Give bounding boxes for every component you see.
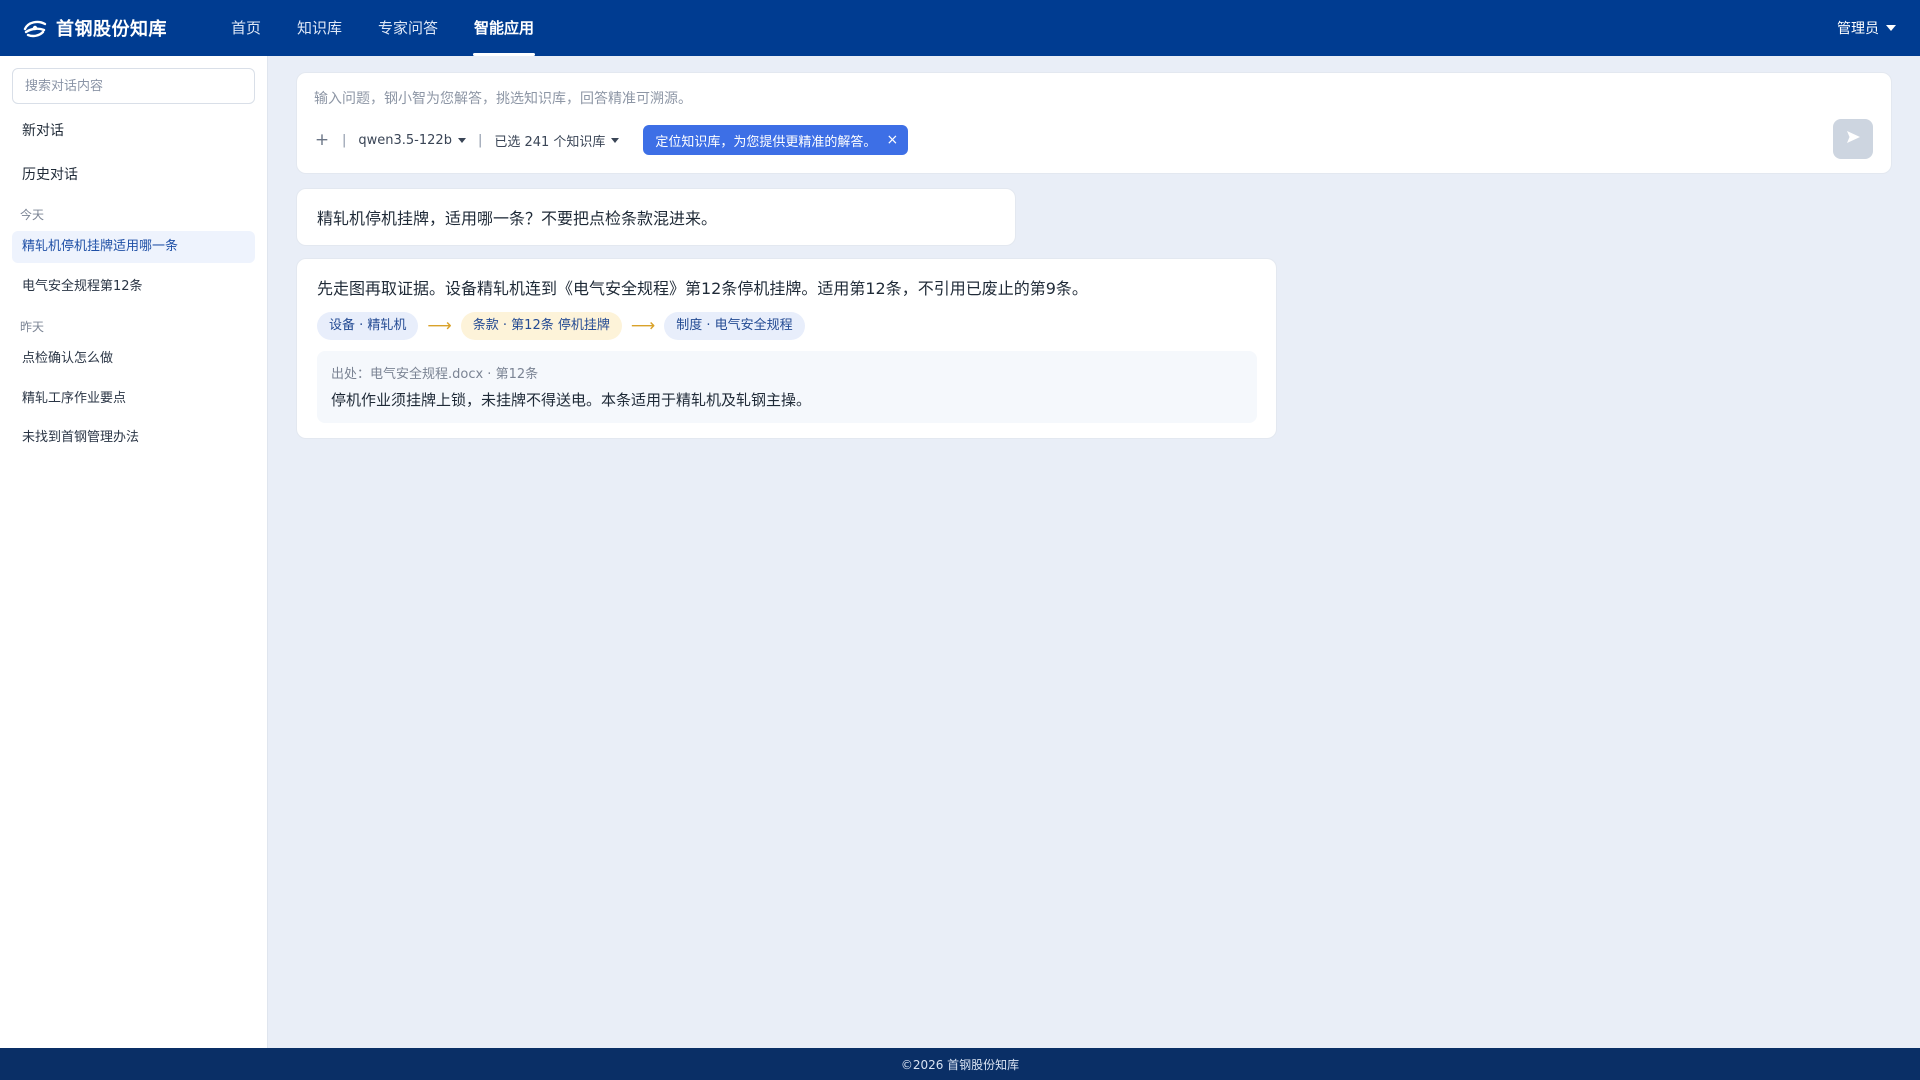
answer-text: 先走图再取证据。设备精轧机连到《电气安全规程》第12条停机挂牌。适用第12条，不… (317, 279, 1088, 298)
chevron-down-icon (457, 137, 466, 143)
source-label[interactable]: 出处：电气安全规程.docx · 第12条 (331, 363, 1243, 382)
main-nav: 首页 知识库 专家问答 智能应用 (230, 0, 569, 56)
conversation-sidebar: 新对话 历史对话 今天 精轧机停机挂牌适用哪一条 电气安全规程第12条 昨天 点… (0, 56, 268, 1048)
app-title: 首钢股份知库 (56, 19, 167, 40)
tip-text: 定位知识库，为您提供更精准的解答。 (655, 134, 877, 150)
top-navigation-bar: 首钢股份知库 首页 知识库 专家问答 智能应用 管理员 (0, 0, 1920, 56)
arrow-right-icon: ⟶ (630, 316, 656, 336)
source-quote: 停机作业须挂牌上锁，未挂牌不得送电。本条适用于精轧机及轧钢主操。 (331, 391, 812, 409)
new-chat-button[interactable]: 新对话 (22, 120, 64, 140)
group-label-yesterday: 昨天 (20, 320, 45, 334)
user-message-text: 精轧机停机挂牌，适用哪一条？不要把点检条款混进来。 (317, 209, 718, 228)
nav-item-knowledge-base[interactable]: 知识库 (296, 0, 343, 56)
conversation-search-input[interactable] (12, 68, 255, 104)
nav-item-expert-qa[interactable]: 专家问答 (377, 0, 439, 56)
user-name: 管理员 (1837, 21, 1879, 37)
send-button[interactable] (1833, 119, 1873, 159)
model-select-value: qwen3.5-122b (358, 132, 452, 148)
chevron-down-icon (611, 137, 620, 143)
conversation-item[interactable]: 精轧工序作业要点 (12, 383, 255, 415)
arrow-right-icon: ⟶ (427, 316, 452, 336)
chevron-down-icon (1886, 25, 1896, 31)
question-input[interactable] (314, 87, 1814, 111)
brand[interactable]: 首钢股份知库 (22, 15, 210, 41)
copyright-text: ©2026 首钢股份知库 (900, 1057, 1020, 1072)
knowledge-base-select[interactable]: 已选 241 个知识库 (494, 131, 620, 150)
conversation-item[interactable]: 未找到首钢管理办法 (12, 422, 255, 454)
steel-logo-icon (22, 15, 48, 41)
assistant-answer: 先走图再取证据。设备精轧机连到《电气安全规程》第12条停机挂牌。适用第12条，不… (296, 258, 1277, 439)
toolbar-divider: | (342, 132, 347, 148)
history-button[interactable]: 历史对话 (22, 164, 78, 184)
knowledge-base-select-value: 已选 241 个知识库 (494, 134, 606, 150)
toolbar-divider: | (477, 132, 483, 148)
close-icon[interactable]: × (886, 133, 898, 147)
evidence-chain: 设备 · 精轧机 ⟶ 条款 · 第12条 停机挂牌 ⟶ 制度 · 电气安全规程 (317, 312, 805, 340)
add-attachment-button[interactable]: + (314, 130, 330, 150)
nav-item-home[interactable]: 首页 (230, 0, 262, 56)
group-label-today: 今天 (20, 208, 45, 222)
source-citation: 出处：电气安全规程.docx · 第12条 停机作业须挂牌上锁，未挂牌不得送电。… (317, 351, 1257, 423)
knowledge-base-tip: 定位知识库，为您提供更精准的解答。 × (643, 125, 909, 155)
user-message: 精轧机停机挂牌，适用哪一条？不要把点检条款混进来。 (296, 188, 1016, 246)
conversation-item[interactable]: 电气安全规程第12条 (12, 271, 255, 303)
question-composer: + | qwen3.5-122b | 已选 241 个知识库 定位知识库，为您提… (296, 72, 1892, 174)
send-icon (1845, 129, 1861, 149)
chain-node-equipment[interactable]: 设备 · 精轧机 (317, 312, 419, 340)
composer-toolbar: + | qwen3.5-122b | 已选 241 个知识库 定位知识库，为您提… (314, 125, 909, 155)
chain-node-clause[interactable]: 条款 · 第12条 停机挂牌 (460, 312, 622, 340)
nav-item-smart-apps[interactable]: 智能应用 (473, 0, 536, 56)
footer: ©2026 首钢股份知库 (0, 1048, 1920, 1080)
chain-node-regulation[interactable]: 制度 · 电气安全规程 (664, 312, 805, 340)
user-menu[interactable]: 管理员 (1837, 0, 1896, 56)
model-select[interactable]: qwen3.5-122b (358, 133, 466, 148)
conversation-item[interactable]: 精轧机停机挂牌适用哪一条 (12, 231, 255, 263)
conversation-item[interactable]: 点检确认怎么做 (12, 343, 255, 375)
